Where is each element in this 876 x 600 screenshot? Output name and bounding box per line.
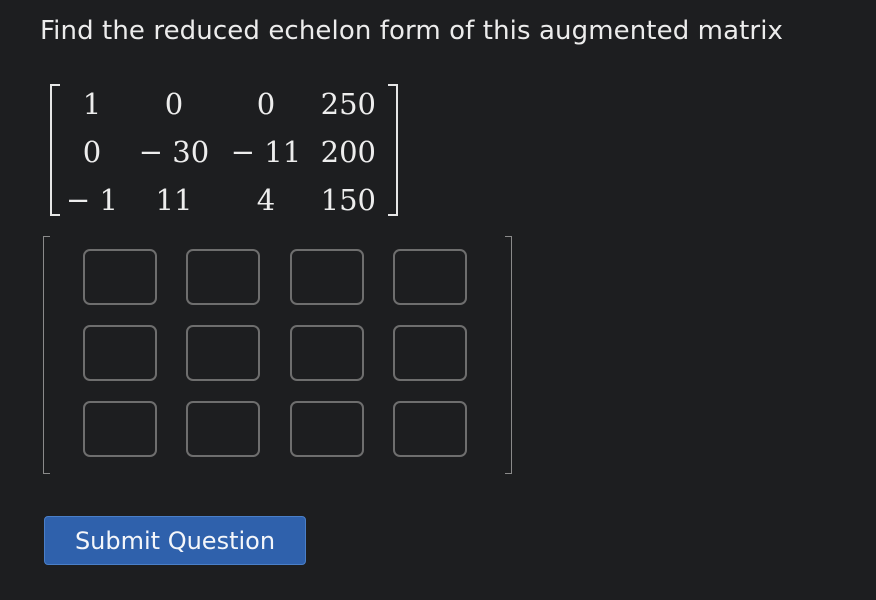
- answer-input-r1c4[interactable]: [393, 249, 467, 305]
- answer-input-r2c3[interactable]: [290, 325, 364, 381]
- matrix-cell-r2c3: − 11: [230, 135, 302, 169]
- answer-input-r3c4[interactable]: [393, 401, 467, 457]
- matrix-cell-r3c3: 4: [256, 183, 276, 217]
- matrix-cell-r1c4: 250: [320, 87, 376, 121]
- matrix-cell-r2c2: − 30: [138, 135, 210, 169]
- right-bracket: [388, 84, 398, 216]
- matrix-cell-r3c1: − 1: [66, 183, 118, 217]
- answer-input-r3c3[interactable]: [290, 401, 364, 457]
- answer-input-r3c2[interactable]: [186, 401, 260, 457]
- right-bracket: [505, 236, 512, 474]
- submit-question-button[interactable]: Submit Question: [44, 516, 306, 565]
- given-matrix: 1 0 0 250 0 − 30 − 11 200 − 1 11 4 150: [50, 82, 398, 216]
- answer-input-r2c4[interactable]: [393, 325, 467, 381]
- answer-input-r1c1[interactable]: [83, 249, 157, 305]
- answer-input-r3c1[interactable]: [83, 401, 157, 457]
- matrix-cell-r1c2: 0: [164, 87, 184, 121]
- matrix-cell-r1c3: 0: [256, 87, 276, 121]
- matrix-cell-r2c1: 0: [82, 135, 102, 169]
- matrix-cell-r3c2: 11: [155, 183, 193, 217]
- answer-input-r2c1[interactable]: [83, 325, 157, 381]
- matrix-cell-r3c4: 150: [320, 183, 376, 217]
- answer-input-r1c2[interactable]: [186, 249, 260, 305]
- answer-input-r1c3[interactable]: [290, 249, 364, 305]
- left-bracket: [43, 236, 50, 474]
- matrix-cell-r1c1: 1: [82, 87, 102, 121]
- answer-input-r2c2[interactable]: [186, 325, 260, 381]
- matrix-cell-r2c4: 200: [320, 135, 376, 169]
- answer-matrix: [40, 236, 512, 474]
- question-prompt: Find the reduced echelon form of this au…: [40, 16, 784, 46]
